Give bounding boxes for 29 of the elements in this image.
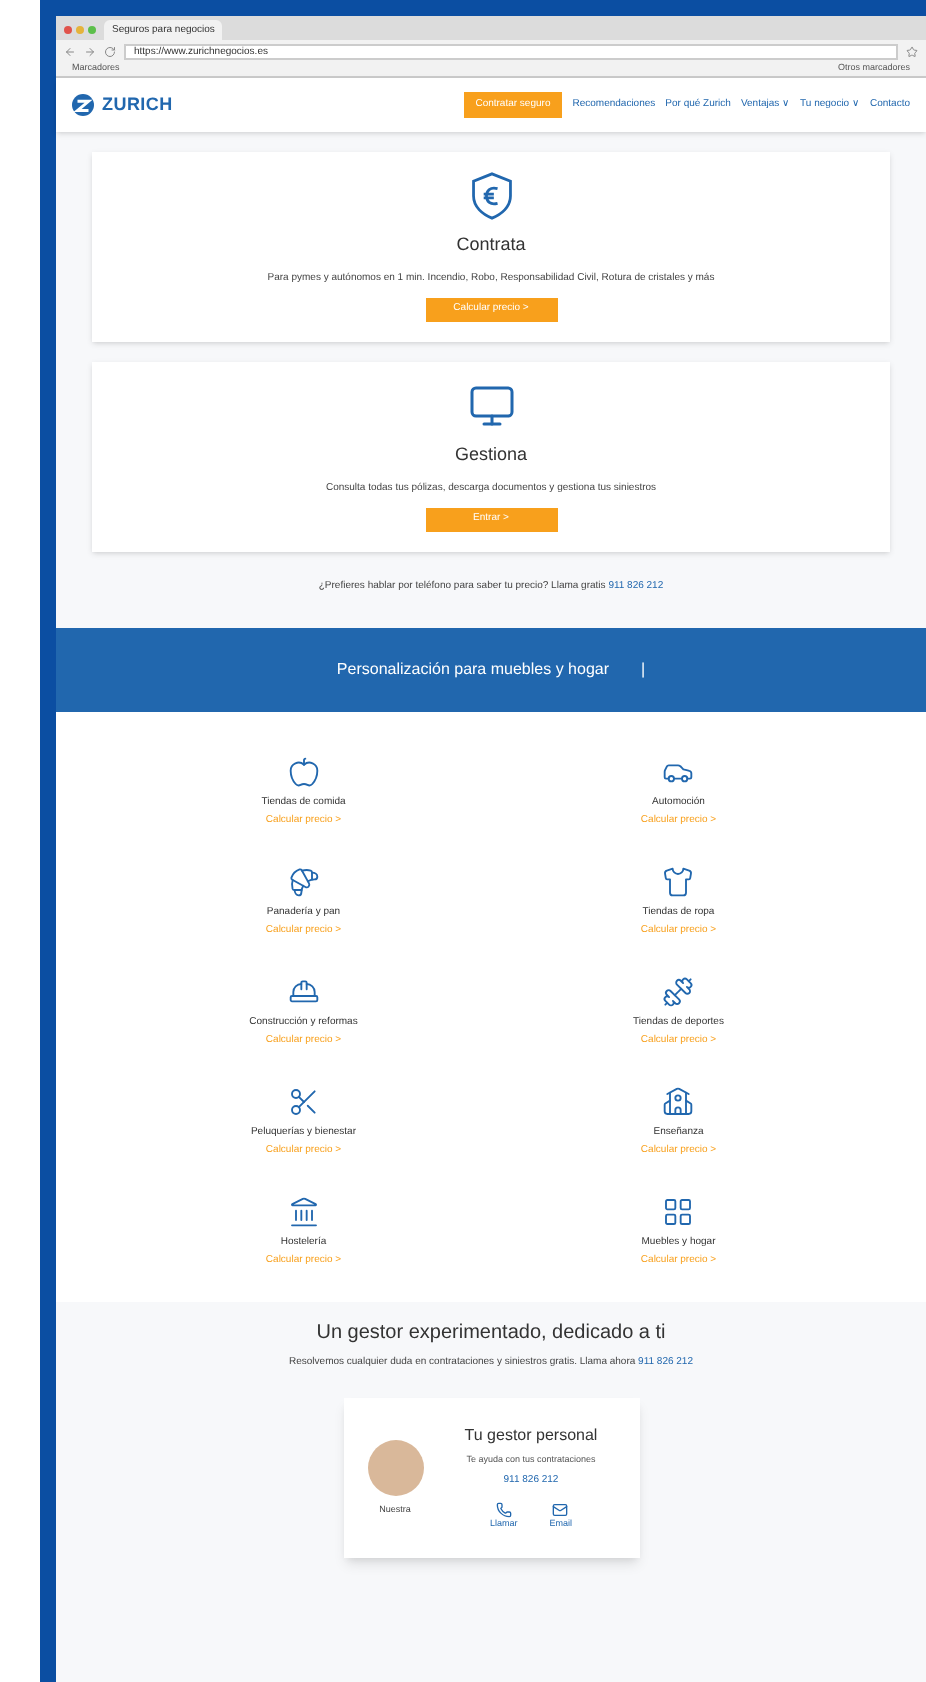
scissors-icon [287, 1085, 320, 1117]
minimize-icon[interactable] [76, 26, 84, 34]
dumbbell-icon [662, 975, 695, 1007]
text-cursor: | [641, 657, 646, 681]
apple-icon [287, 755, 320, 787]
back-icon[interactable] [64, 45, 76, 57]
advisor-title: Un gestor experimentado, dedicado a ti [316, 1319, 666, 1347]
shirt-icon [662, 865, 695, 897]
maximize-icon[interactable] [88, 26, 96, 34]
euro-shield-icon [467, 172, 515, 220]
logo-text: ZURICH [102, 91, 173, 118]
banner-title: Personalización para muebles y hogar [336, 657, 609, 681]
hard-hat-icon [287, 975, 320, 1007]
close-icon[interactable] [64, 26, 72, 34]
croissant-icon [287, 865, 320, 897]
mail-icon [552, 1502, 569, 1519]
phone-icon [495, 1502, 512, 1519]
forward-icon[interactable] [84, 45, 96, 57]
reload-icon[interactable] [104, 45, 116, 57]
card-title: Gestiona [454, 442, 528, 468]
logo-icon [72, 94, 94, 116]
school-icon [662, 1085, 695, 1117]
building-icon [287, 1195, 320, 1227]
grid-icon [662, 1195, 695, 1227]
monitor-icon [465, 382, 517, 430]
card-heading: Tu gestor personal [464, 1424, 598, 1448]
star-icon[interactable] [906, 45, 918, 57]
avatar-placeholder [367, 1439, 423, 1496]
card-title: Contrata [456, 232, 526, 258]
